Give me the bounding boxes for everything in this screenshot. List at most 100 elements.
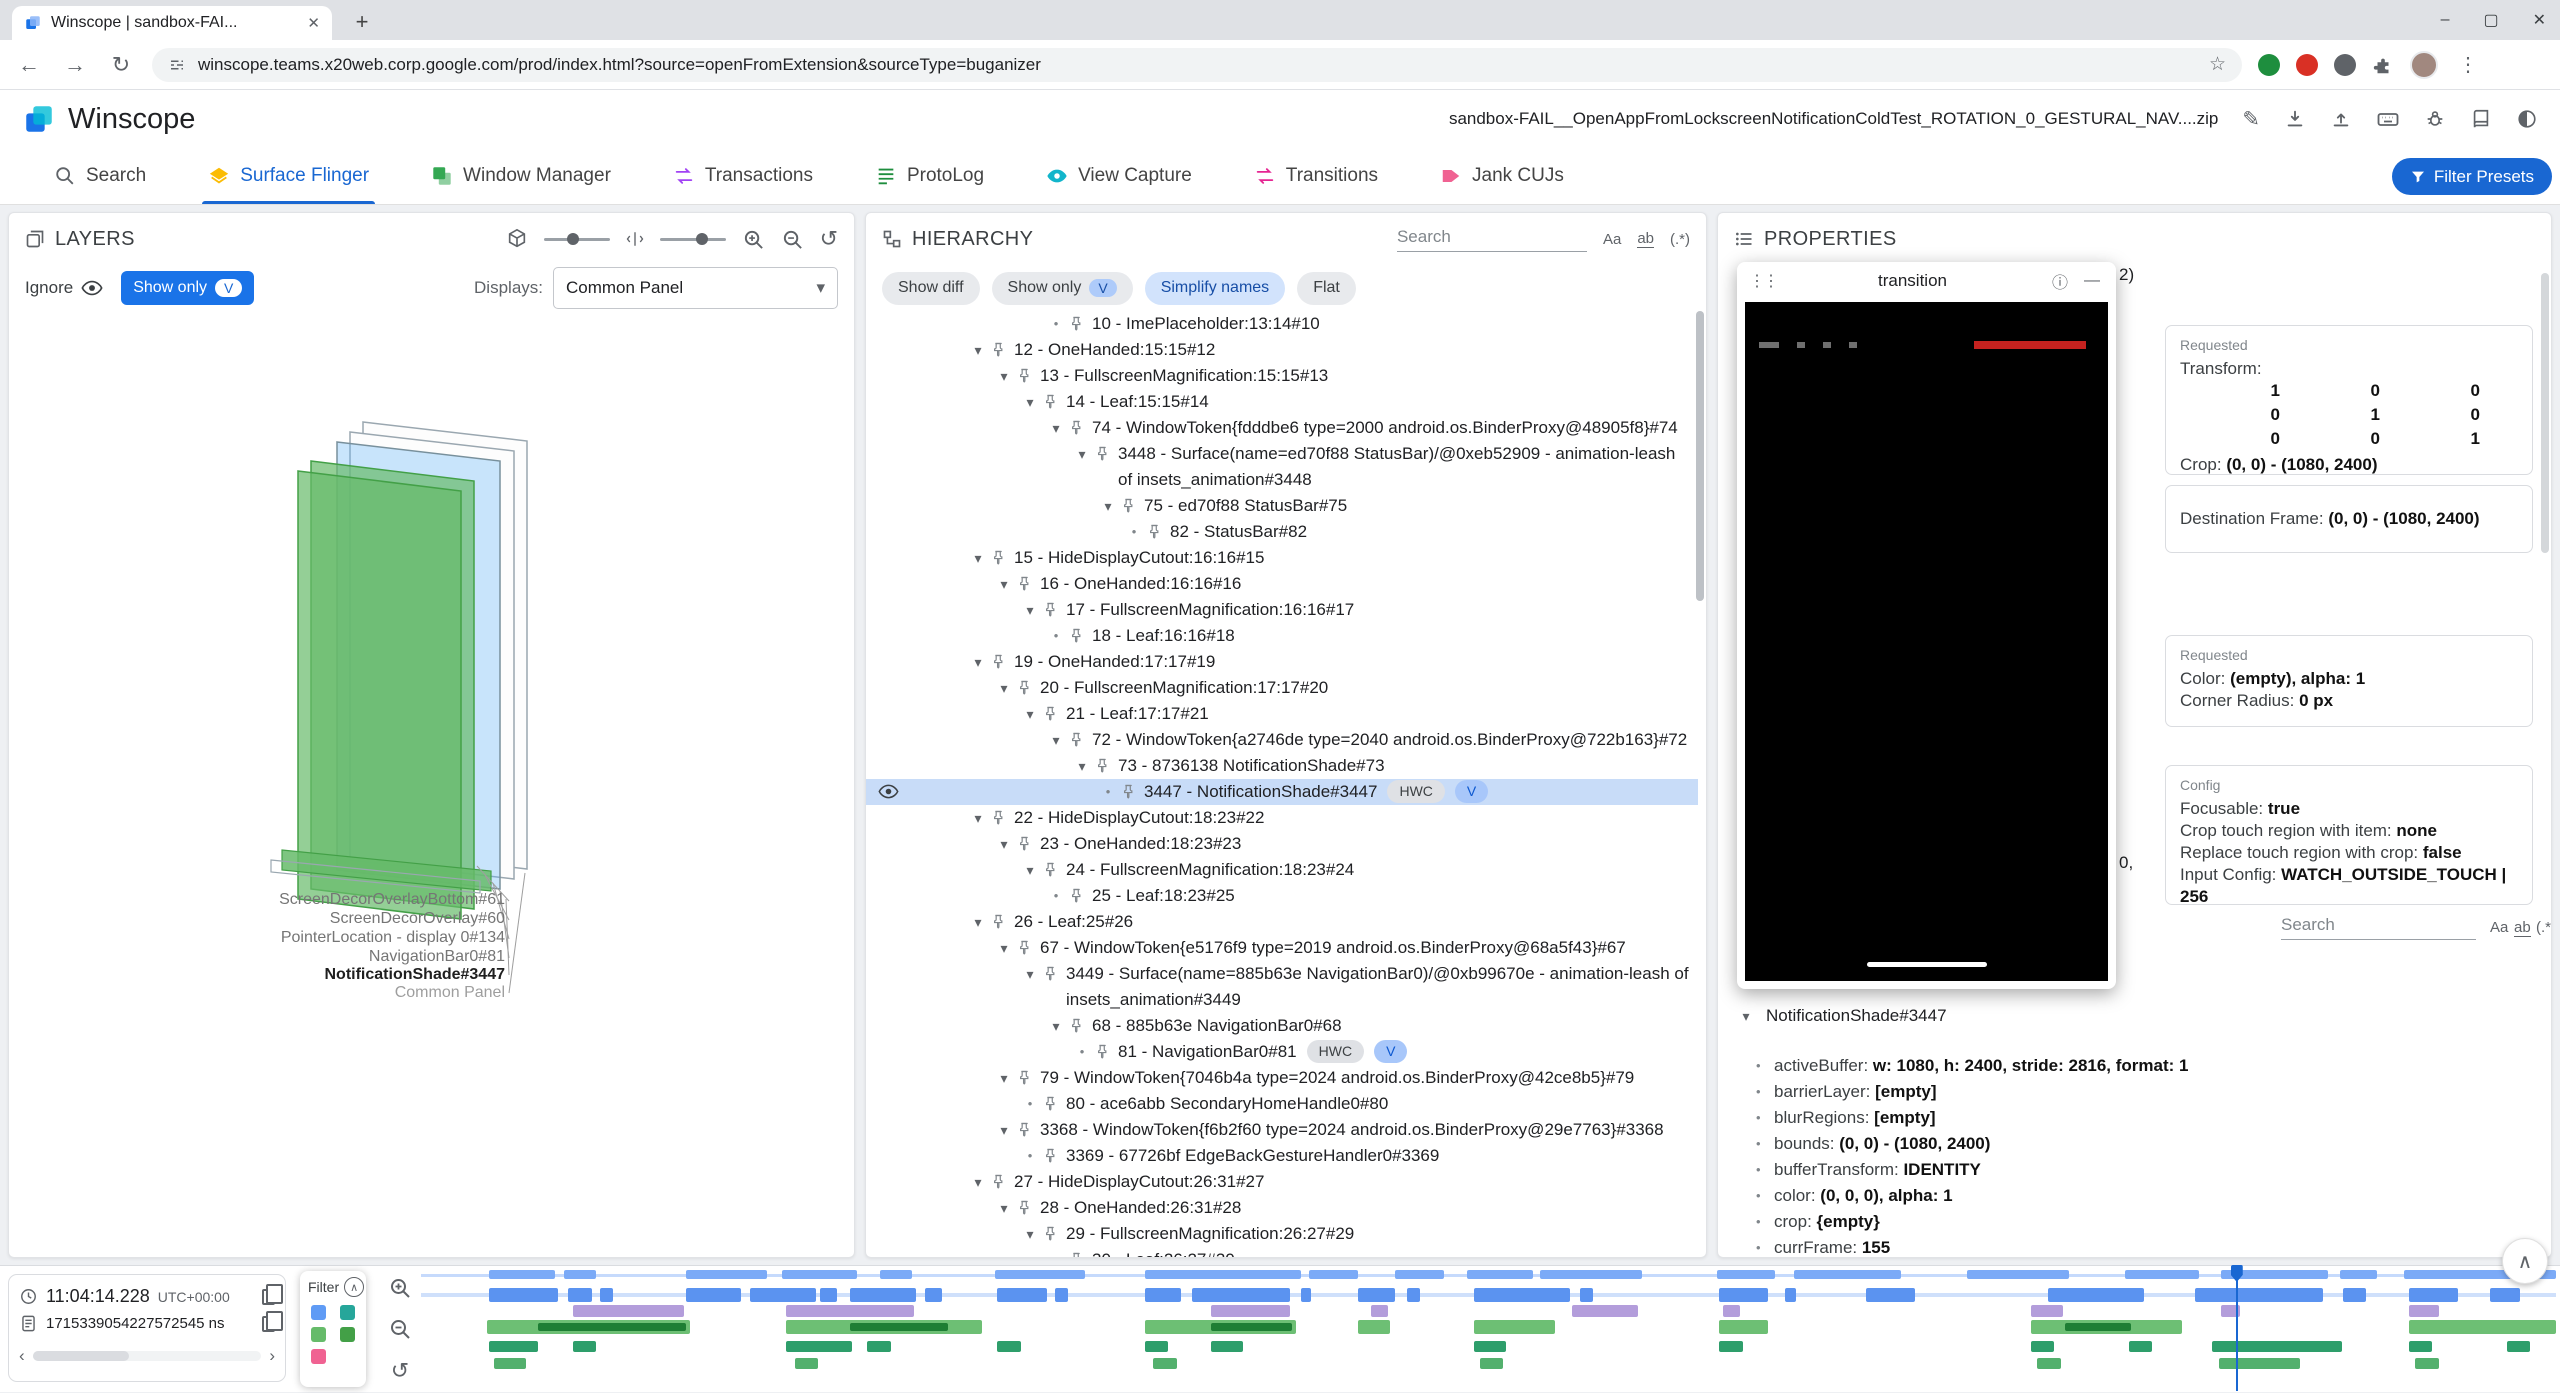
- filter-windowmanager-icon[interactable]: [340, 1305, 355, 1320]
- forward-icon[interactable]: →: [60, 52, 90, 78]
- jank-cuj-segment[interactable]: [2409, 1341, 2432, 1352]
- regex-icon[interactable]: (.*): [1670, 231, 1690, 248]
- surfaceflinger-segment[interactable]: [600, 1288, 613, 1302]
- surfaceflinger-segment[interactable]: [568, 1288, 591, 1302]
- minimap-segment[interactable]: [1395, 1270, 1444, 1279]
- expand-arrow-icon[interactable]: ▾: [966, 337, 990, 363]
- url-text[interactable]: winscope.teams.x20web.corp.google.com/pr…: [198, 55, 2197, 75]
- zoom-out-icon[interactable]: [388, 1317, 412, 1341]
- hierarchy-node[interactable]: ▾22 - HideDisplayCutout:18:23#22: [866, 805, 1698, 831]
- scroll-to-top-button[interactable]: ∧: [2502, 1238, 2548, 1284]
- upload-icon[interactable]: [2330, 108, 2352, 130]
- tab-window-manager[interactable]: Window Manager: [431, 148, 611, 204]
- minimap-segment[interactable]: [1540, 1270, 1642, 1279]
- pin-icon[interactable]: [1094, 445, 1111, 462]
- browser-tab[interactable]: Winscope | sandbox-FAI... ✕: [12, 6, 332, 40]
- hierarchy-node[interactable]: ▾19 - OneHanded:17:17#19: [866, 649, 1698, 675]
- tab-surface-flinger[interactable]: Surface Flinger: [208, 148, 369, 204]
- tab-transactions[interactable]: Transactions: [673, 148, 813, 204]
- surfaceflinger-segment[interactable]: [1785, 1288, 1796, 1302]
- pin-icon[interactable]: [1068, 1251, 1085, 1257]
- pin-icon[interactable]: [1094, 1043, 1111, 1060]
- zoom-in-icon[interactable]: [742, 228, 765, 251]
- pin-icon[interactable]: [1016, 1069, 1033, 1086]
- hierarchy-node[interactable]: •30 - Leaf:26:27#30: [866, 1247, 1698, 1257]
- surfaceflinger-segment[interactable]: [997, 1288, 1046, 1302]
- expand-arrow-icon[interactable]: ▾: [992, 1065, 1016, 1091]
- timeline-hscrollbar[interactable]: ‹ ›: [19, 1346, 275, 1366]
- layer-label[interactable]: PointerLocation - display 0#134: [25, 929, 505, 947]
- property-row[interactable]: •activeBuffer: w: 1080, h: 2400, stride:…: [1734, 1053, 2541, 1079]
- spacing-slider[interactable]: [660, 238, 726, 241]
- layers-3d-view[interactable]: ScreenDecorOverlayBottom#61 ScreenDecorO…: [9, 311, 854, 1257]
- extra-events-segment[interactable]: [2415, 1358, 2438, 1369]
- hierarchy-node[interactable]: ▾28 - OneHanded:26:31#28: [866, 1195, 1698, 1221]
- pin-icon[interactable]: [1016, 679, 1033, 696]
- jank-cuj-segment[interactable]: [573, 1341, 596, 1352]
- displays-select[interactable]: Common Panel ▾: [553, 267, 838, 309]
- pin-icon[interactable]: [990, 341, 1007, 358]
- minimap-segment[interactable]: [2125, 1270, 2200, 1279]
- pin-icon[interactable]: [1016, 1199, 1033, 1216]
- flat-button[interactable]: Flat: [1297, 272, 1356, 305]
- expand-arrow-icon[interactable]: ▾: [1018, 597, 1042, 623]
- minimap-segment[interactable]: [782, 1270, 857, 1279]
- hierarchy-node[interactable]: ▾75 - ed70f88 StatusBar#75: [866, 493, 1698, 519]
- download-icon[interactable]: [2284, 108, 2306, 130]
- surfaceflinger-segment[interactable]: [1358, 1288, 1394, 1302]
- hierarchy-node[interactable]: •3369 - 67726bf EdgeBackGestureHandler0#…: [866, 1143, 1698, 1169]
- pin-icon[interactable]: [1042, 1225, 1059, 1242]
- pin-icon[interactable]: [1094, 757, 1111, 774]
- expand-arrow-icon[interactable]: ▾: [1734, 1001, 1758, 1031]
- hierarchy-node[interactable]: ▾74 - WindowToken{fdddbe6 type=2000 andr…: [866, 415, 1698, 441]
- transitions-active-segment[interactable]: [538, 1323, 685, 1331]
- surfaceflinger-segment[interactable]: [1580, 1288, 1593, 1302]
- hierarchy-node[interactable]: •18 - Leaf:16:16#18: [866, 623, 1698, 649]
- expand-arrow-icon[interactable]: ▾: [992, 363, 1016, 389]
- close-window-icon[interactable]: ✕: [2533, 10, 2546, 30]
- extra-events-segment[interactable]: [1480, 1358, 1503, 1369]
- expand-arrow-icon[interactable]: ▾: [992, 571, 1016, 597]
- extensions-puzzle-icon[interactable]: [2372, 54, 2394, 76]
- hierarchy-node[interactable]: ▾3368 - WindowToken{f6b2f60 type=2024 an…: [866, 1117, 1698, 1143]
- pin-icon[interactable]: [1120, 497, 1137, 514]
- properties-search-input[interactable]: Search: [2281, 915, 2476, 940]
- jank-cuj-segment[interactable]: [489, 1341, 538, 1352]
- view-3d-icon[interactable]: [506, 228, 528, 250]
- hierarchy-node[interactable]: ▾21 - Leaf:17:17#21: [866, 701, 1698, 727]
- property-row[interactable]: •blurRegions: [empty]: [1734, 1105, 2541, 1131]
- pin-icon[interactable]: [1068, 315, 1085, 332]
- transitions-active-segment[interactable]: [850, 1323, 948, 1331]
- browser-menu-icon[interactable]: ⋮: [2454, 52, 2482, 77]
- bug-report-icon[interactable]: [2424, 108, 2446, 130]
- dark-mode-icon[interactable]: [2516, 108, 2538, 130]
- hierarchy-node[interactable]: ▾16 - OneHanded:16:16#16: [866, 571, 1698, 597]
- surfaceflinger-segment[interactable]: [2195, 1288, 2323, 1302]
- hierarchy-node[interactable]: ▾24 - FullscreenMagnification:18:23#24: [866, 857, 1698, 883]
- minimize-window-icon[interactable]: –: [2441, 11, 2450, 29]
- transactions-segment[interactable]: [1371, 1305, 1388, 1317]
- transactions-segment[interactable]: [2031, 1305, 2063, 1317]
- jank-cuj-segment[interactable]: [2129, 1341, 2152, 1352]
- surfaceflinger-segment[interactable]: [1866, 1288, 1915, 1302]
- hierarchy-node[interactable]: ▾67 - WindowToken{e5176f9 type=2019 andr…: [866, 935, 1698, 961]
- pin-icon[interactable]: [1042, 705, 1059, 722]
- minimap-segment[interactable]: [1717, 1270, 1775, 1279]
- expand-arrow-icon[interactable]: ▾: [1018, 1221, 1042, 1247]
- pin-icon[interactable]: [1146, 523, 1163, 540]
- zoom-out-icon[interactable]: [781, 228, 804, 251]
- pin-icon[interactable]: [1042, 601, 1059, 618]
- pin-icon[interactable]: [1068, 887, 1085, 904]
- hierarchy-node[interactable]: •82 - StatusBar#82: [866, 519, 1698, 545]
- transactions-segment[interactable]: [786, 1305, 914, 1317]
- zoom-reset-icon[interactable]: ↺: [391, 1358, 409, 1384]
- pin-icon[interactable]: [990, 653, 1007, 670]
- hierarchy-node[interactable]: •25 - Leaf:18:23#25: [866, 883, 1698, 909]
- expand-arrow-icon[interactable]: ▾: [966, 649, 990, 675]
- surfaceflinger-segment[interactable]: [750, 1288, 816, 1302]
- surfaceflinger-segment[interactable]: [925, 1288, 942, 1302]
- layer-label[interactable]: ScreenDecorOverlayBottom#61: [25, 891, 505, 909]
- hierarchy-node[interactable]: ▾79 - WindowToken{7046b4a type=2024 andr…: [866, 1065, 1698, 1091]
- zoom-in-icon[interactable]: [388, 1276, 412, 1300]
- layer-rect[interactable]: [298, 471, 461, 919]
